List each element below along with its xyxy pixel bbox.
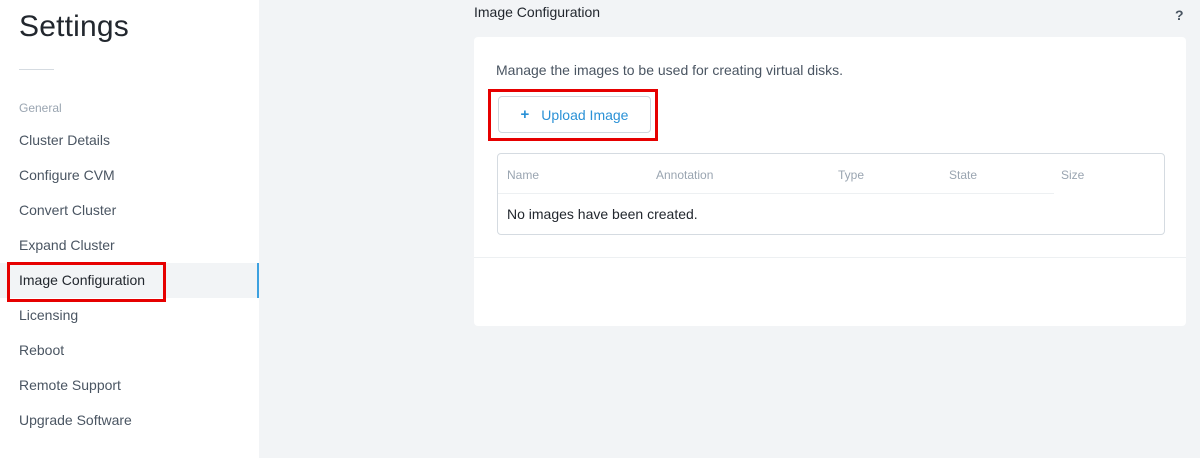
column-header-name[interactable]: Name bbox=[507, 168, 539, 182]
section-label-general: General bbox=[19, 101, 62, 115]
sidebar-item-expand-cluster[interactable]: Expand Cluster bbox=[0, 228, 259, 263]
images-table: Name Annotation Type State Size No image… bbox=[497, 153, 1165, 235]
column-header-size[interactable]: Size bbox=[1061, 168, 1084, 182]
sidebar-item-convert-cluster[interactable]: Convert Cluster bbox=[0, 193, 259, 228]
upload-image-label: Upload Image bbox=[541, 106, 629, 123]
image-configuration-panel: Manage the images to be used for creatin… bbox=[474, 37, 1186, 326]
upload-image-button[interactable]: + Upload Image bbox=[498, 96, 651, 133]
plus-icon: + bbox=[520, 106, 530, 123]
help-icon[interactable]: ? bbox=[1175, 7, 1184, 23]
sidebar-item-licensing[interactable]: Licensing bbox=[0, 298, 259, 333]
sidebar-item-cluster-details[interactable]: Cluster Details bbox=[0, 123, 259, 158]
table-header-divider bbox=[498, 193, 1054, 194]
panel-description: Manage the images to be used for creatin… bbox=[496, 62, 844, 78]
sidebar-item-upgrade-software[interactable]: Upgrade Software bbox=[0, 403, 259, 438]
sidebar-title: Settings bbox=[19, 10, 129, 43]
settings-sidebar: Settings General Cluster Details Configu… bbox=[0, 0, 259, 458]
sidebar-item-remote-support[interactable]: Remote Support bbox=[0, 368, 259, 403]
panel-footer-divider bbox=[474, 257, 1186, 258]
sidebar-item-reboot[interactable]: Reboot bbox=[0, 333, 259, 368]
sidebar-divider bbox=[19, 69, 54, 70]
column-header-annotation[interactable]: Annotation bbox=[656, 168, 713, 182]
column-header-state[interactable]: State bbox=[949, 168, 977, 182]
empty-table-message: No images have been created. bbox=[507, 206, 698, 222]
sidebar-item-image-configuration[interactable]: Image Configuration bbox=[0, 263, 259, 298]
sidebar-item-configure-cvm[interactable]: Configure CVM bbox=[0, 158, 259, 193]
table-header: Name Annotation Type State Size bbox=[498, 154, 1164, 193]
column-header-type[interactable]: Type bbox=[838, 168, 864, 182]
page-title: Image Configuration bbox=[474, 4, 601, 20]
